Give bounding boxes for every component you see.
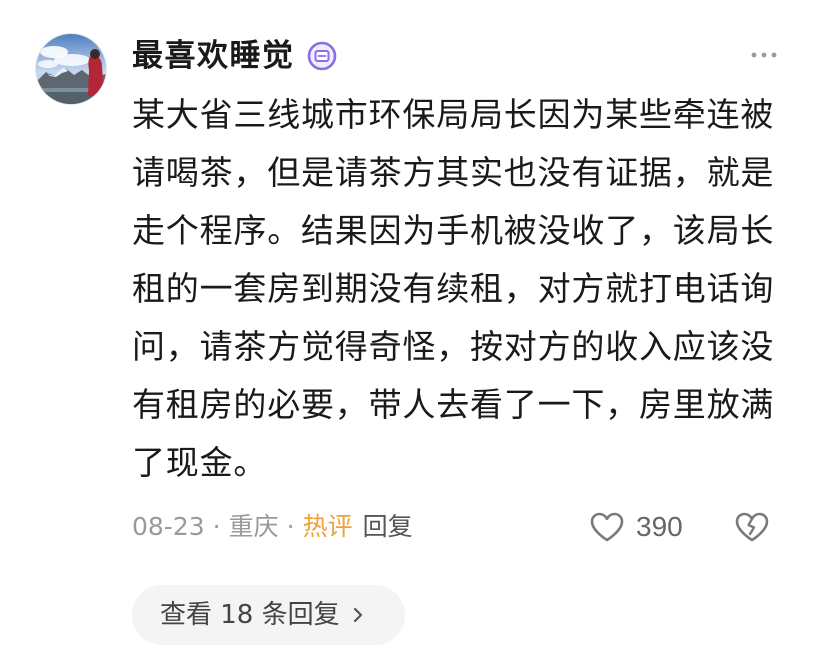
view-replies-label: 查看 18 条回复 bbox=[160, 600, 340, 630]
comment-header: 最喜欢睡觉 bbox=[132, 36, 337, 76]
comment-body: 某大省三线城市环保局局长因为某些牵连被请喝茶，但是请茶方其实也没有证据，就是走个… bbox=[132, 95, 775, 482]
meta-separator: · bbox=[212, 512, 221, 541]
member-badge-icon[interactable] bbox=[307, 41, 337, 71]
heart-icon[interactable] bbox=[589, 511, 625, 543]
comment-meta: 08-23 · 重庆 · 热评 回复 bbox=[132, 510, 413, 544]
chevron-right-icon bbox=[353, 607, 362, 623]
avatar[interactable] bbox=[36, 34, 106, 104]
like-count: 390 bbox=[636, 511, 683, 542]
meta-separator: · bbox=[286, 512, 295, 541]
comment-location: 重庆 bbox=[228, 512, 279, 541]
more-icon[interactable] bbox=[748, 46, 780, 64]
hot-comment-badge: 热评 bbox=[302, 512, 353, 541]
reply-button[interactable]: 回复 bbox=[363, 510, 413, 544]
author-name[interactable]: 最喜欢睡觉 bbox=[132, 36, 295, 76]
avatar-image bbox=[36, 34, 106, 104]
view-replies-button[interactable]: 查看 18 条回复 bbox=[132, 585, 405, 645]
broken-heart-icon[interactable] bbox=[734, 509, 770, 545]
comment-card: 最喜欢睡觉 某大省三线城市环保局局长因为某些牵连被请喝茶，但是请茶方其实也没有证… bbox=[0, 0, 816, 669]
comment-date: 08-23 bbox=[132, 512, 205, 541]
